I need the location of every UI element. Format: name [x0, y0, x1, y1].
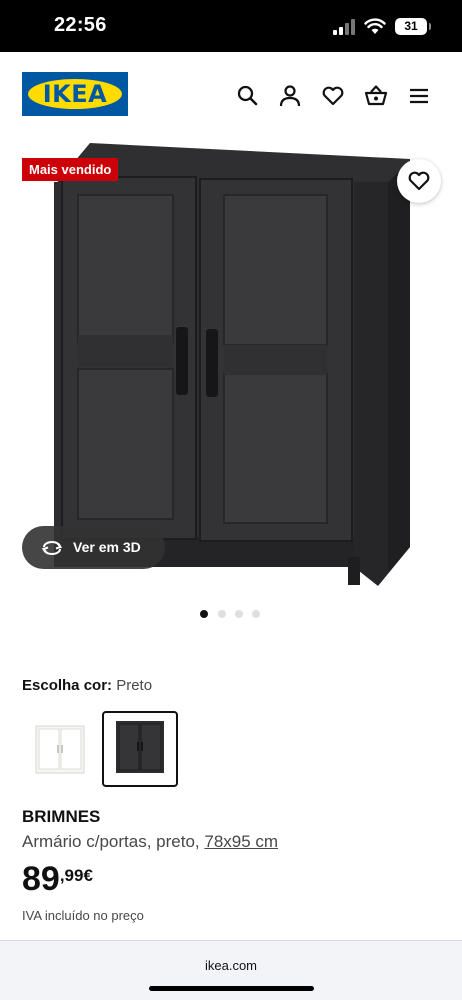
- price-decimal: ,99€: [59, 866, 93, 885]
- logo-text: IKEA: [42, 80, 108, 108]
- product-image-gallery[interactable]: Mais vendido Ver em 3D: [0, 137, 462, 618]
- carousel-dot[interactable]: [218, 610, 226, 618]
- vat-note: IVA incluído no preço: [22, 908, 144, 923]
- carousel-dot[interactable]: [200, 610, 208, 618]
- add-to-favorites-button[interactable]: [397, 159, 441, 203]
- color-label-value: Preto: [116, 677, 153, 694]
- site-header: IKEA: [0, 52, 462, 137]
- swatch-black-selected[interactable]: [102, 711, 178, 787]
- rotate-3d-icon: [41, 541, 63, 555]
- product-description: Armário c/portas, preto, 78x95 cm: [22, 832, 278, 852]
- color-chooser-label: Escolha cor: Preto: [22, 677, 152, 694]
- carousel-dot[interactable]: [235, 610, 243, 618]
- bestseller-badge: Mais vendido: [22, 158, 119, 181]
- signal-icon: [333, 19, 355, 35]
- price-integer: 89: [22, 860, 60, 898]
- product-name: BRIMNES: [22, 807, 101, 826]
- browser-address-bar[interactable]: ikea.com: [0, 940, 462, 1000]
- shopping-bag-icon[interactable]: [363, 83, 389, 109]
- product-description-text: Armário c/portas, preto,: [22, 832, 200, 851]
- battery-indicator: 31: [395, 18, 431, 35]
- status-time: 22:56: [54, 14, 107, 36]
- heart-icon: [408, 171, 430, 191]
- view-3d-button[interactable]: Ver em 3D: [22, 526, 165, 569]
- home-indicator[interactable]: [149, 986, 314, 991]
- menu-icon[interactable]: [406, 83, 432, 109]
- user-icon[interactable]: [277, 83, 303, 109]
- view-3d-label: Ver em 3D: [73, 539, 141, 555]
- ikea-logo[interactable]: IKEA: [22, 72, 128, 116]
- status-bar: 22:56 31: [0, 0, 462, 52]
- carousel-dot[interactable]: [252, 610, 260, 618]
- swatch-white[interactable]: [24, 712, 96, 784]
- product-dimensions-link[interactable]: 78x95 cm: [204, 832, 278, 851]
- heart-icon[interactable]: [320, 83, 346, 109]
- wifi-icon: [364, 18, 386, 34]
- product-price: 89,99€: [22, 860, 93, 899]
- url-text[interactable]: ikea.com: [0, 958, 462, 973]
- color-label-key: Escolha cor:: [22, 677, 113, 694]
- search-icon[interactable]: [235, 83, 261, 109]
